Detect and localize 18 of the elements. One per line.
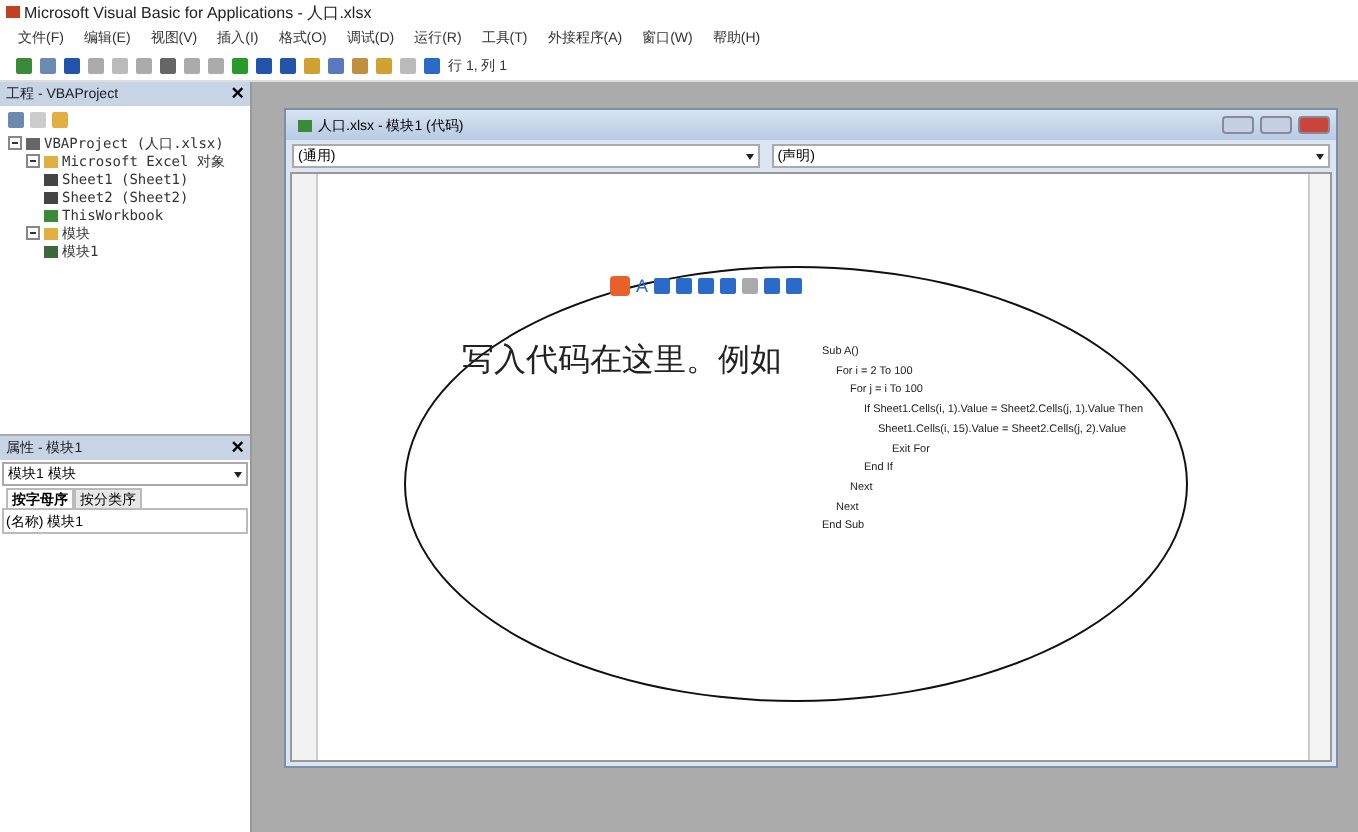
folder-icon <box>44 227 58 239</box>
project-icon <box>26 137 40 149</box>
close-button[interactable] <box>1298 116 1330 134</box>
window-title: Microsoft Visual Basic for Applications - 人口.xlsx <box>24 1 372 23</box>
expander-icon[interactable] <box>26 226 40 240</box>
expander-icon[interactable] <box>8 136 22 150</box>
ime-logo-icon <box>610 276 630 296</box>
minimize-button[interactable] <box>1222 116 1254 134</box>
close-button[interactable]: × <box>231 438 244 458</box>
scrollbar[interactable] <box>1308 174 1330 760</box>
module-icon <box>44 245 58 257</box>
module-icon <box>298 119 312 131</box>
close-button[interactable]: × <box>231 84 244 104</box>
workbook-icon <box>44 209 58 221</box>
folder-icon <box>44 155 58 167</box>
maximize-button[interactable] <box>1260 116 1292 134</box>
app-icon <box>6 6 20 18</box>
expander-icon[interactable] <box>26 154 40 168</box>
